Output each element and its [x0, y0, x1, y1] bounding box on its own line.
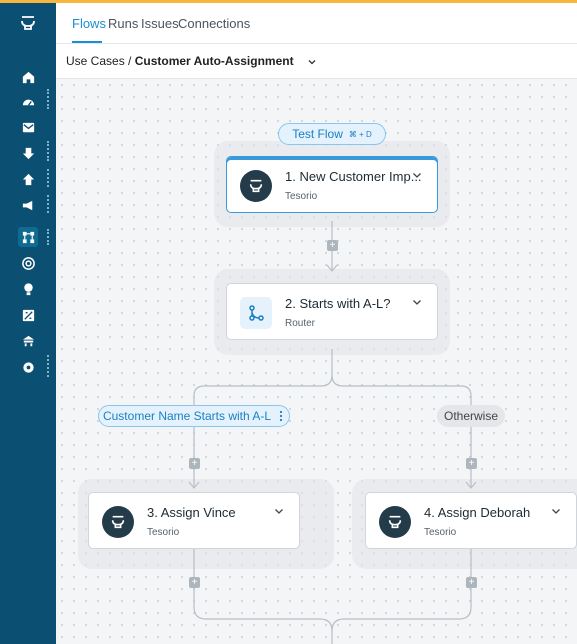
node-title: 2. Starts with A-L?: [285, 296, 391, 311]
node-subtitle: Tesorio: [147, 527, 180, 538]
chevron-down-icon[interactable]: [550, 505, 562, 517]
flow-node-3[interactable]: 3. Assign Vince Tesorio: [88, 492, 300, 549]
node-subtitle: Router: [285, 318, 316, 329]
more-vertical-icon[interactable]: [277, 410, 285, 422]
node-title: 4. Assign Deborah: [424, 505, 531, 520]
router-icon: [240, 297, 272, 329]
tesorio-logo-icon: [102, 506, 134, 538]
branch-condition-otherwise[interactable]: Otherwise: [437, 405, 505, 427]
test-flow-label: Test Flow: [292, 127, 343, 141]
flow-node-2[interactable]: 2. Starts with A-L? Router: [226, 283, 438, 340]
add-step-button[interactable]: +: [466, 577, 477, 588]
add-step-button[interactable]: +: [189, 458, 200, 469]
submenu-indicator: [47, 89, 51, 109]
flow-name[interactable]: Customer Auto-Assignment: [135, 54, 294, 68]
tab-connections[interactable]: Connections: [178, 16, 250, 31]
chevron-down-icon[interactable]: [307, 57, 317, 67]
sidebar: [0, 3, 56, 644]
submenu-indicator: [47, 355, 51, 377]
chevron-down-icon[interactable]: [273, 505, 285, 517]
home-icon[interactable]: [18, 67, 38, 87]
chevron-down-icon[interactable]: [411, 296, 423, 308]
flow-node-4[interactable]: 4. Assign Deborah Tesorio: [365, 492, 577, 549]
dashboard-icon[interactable]: [18, 91, 38, 111]
tesorio-logo-icon: [379, 506, 411, 538]
submenu-indicator: [47, 195, 51, 213]
node-subtitle: Tesorio: [285, 191, 318, 202]
submenu-indicator: [47, 229, 51, 245]
node-subtitle: Tesorio: [424, 527, 457, 538]
tab-runs[interactable]: Runs: [108, 16, 138, 31]
chevron-down-icon[interactable]: [411, 169, 423, 181]
workflows-icon[interactable]: [18, 227, 38, 247]
submenu-indicator: [47, 169, 51, 187]
test-flow-button[interactable]: Test Flow ⌘ + D: [278, 123, 386, 145]
add-step-button[interactable]: +: [466, 458, 477, 469]
branch-condition-left[interactable]: Customer Name Starts with A-L: [98, 405, 290, 427]
node-title: 1. New Customer Imp...: [285, 169, 422, 184]
active-tab-indicator: [72, 41, 102, 43]
bank-icon[interactable]: [18, 331, 38, 351]
receivables-icon[interactable]: [18, 143, 38, 163]
flow-node-1[interactable]: 1. New Customer Imp... Tesorio: [226, 156, 438, 213]
breadcrumb-parent[interactable]: Use Cases /: [66, 54, 131, 68]
tab-issues[interactable]: Issues: [141, 16, 179, 31]
submenu-indicator: [47, 141, 51, 161]
payables-icon[interactable]: [18, 169, 38, 189]
add-step-button[interactable]: +: [189, 577, 200, 588]
breadcrumb: Use Cases / Customer Auto-Assignment: [66, 54, 317, 68]
top-nav: Flows Runs Issues Connections: [56, 3, 577, 44]
lightbulb-icon[interactable]: [18, 279, 38, 299]
flow-canvas[interactable]: Test Flow ⌘ + D 1. New Customer Imp... T…: [56, 79, 577, 644]
node-title: 3. Assign Vince: [147, 505, 236, 520]
inbox-icon[interactable]: [18, 117, 38, 137]
settings-gear-icon[interactable]: [18, 357, 38, 377]
branch-label: Otherwise: [443, 409, 499, 423]
branch-label: Customer Name Starts with A-L: [102, 409, 272, 423]
test-flow-shortcut: ⌘ + D: [348, 129, 372, 139]
tab-flows[interactable]: Flows: [72, 16, 106, 31]
tesorio-logo-icon[interactable]: [0, 3, 56, 43]
campaign-icon[interactable]: [18, 195, 38, 215]
tesorio-logo-icon: [240, 170, 272, 202]
reports-icon[interactable]: [18, 305, 38, 325]
breadcrumb-bar: Use Cases / Customer Auto-Assignment: [56, 44, 577, 79]
add-step-button[interactable]: +: [327, 240, 338, 251]
target-icon[interactable]: [18, 253, 38, 273]
